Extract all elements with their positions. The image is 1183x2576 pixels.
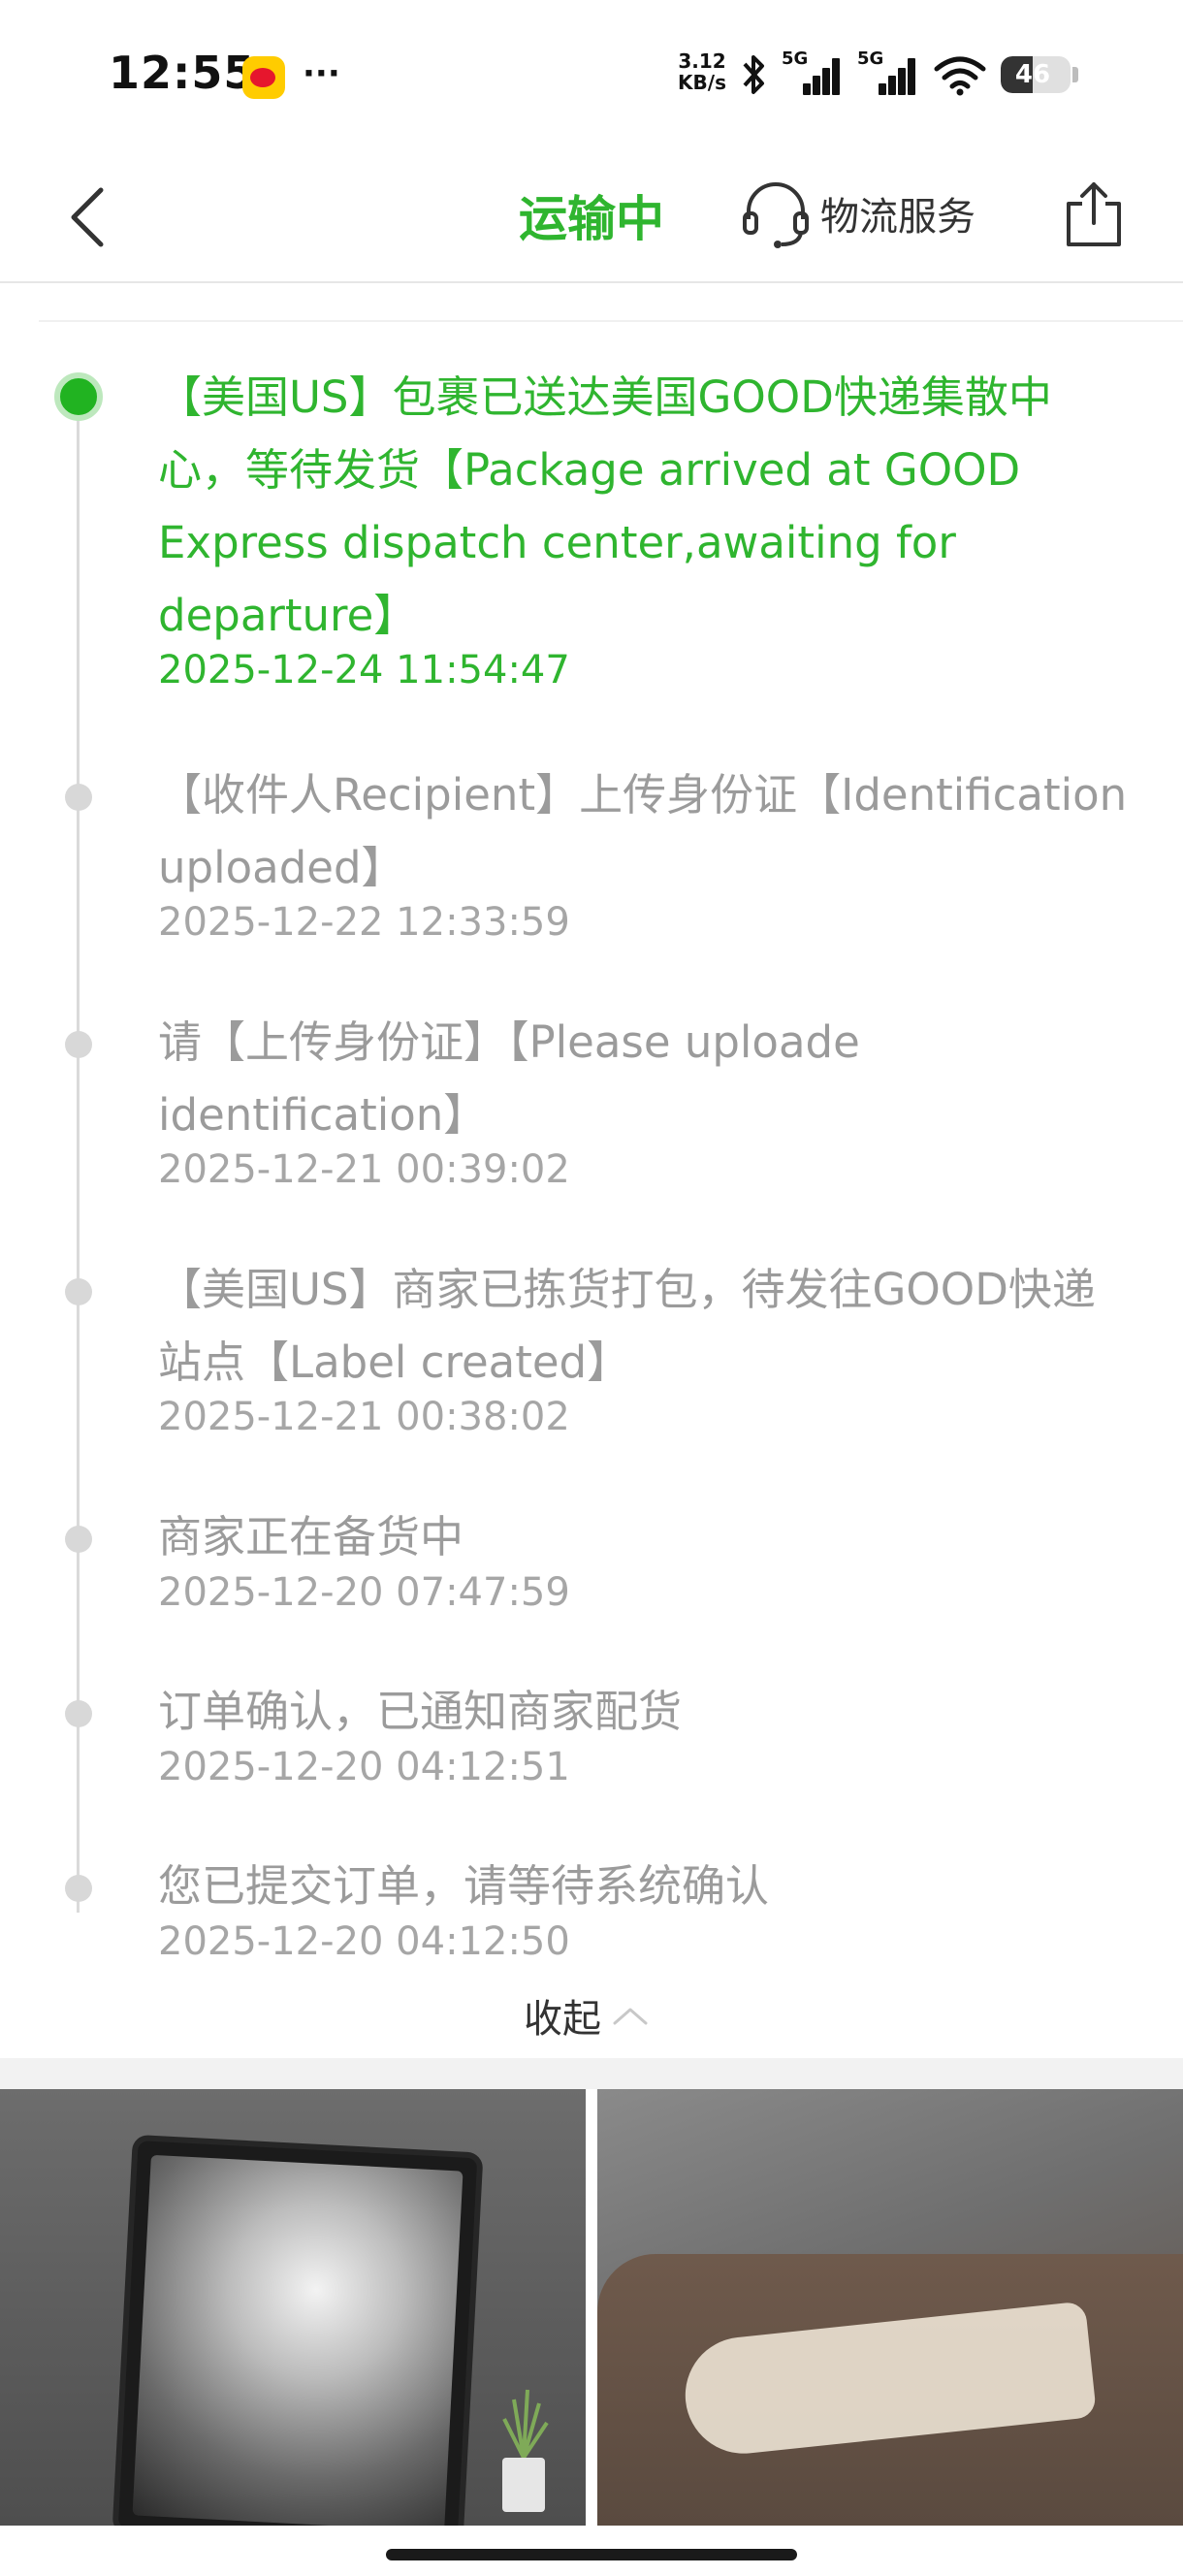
- tracking-timeline: 【美国US】包裹已送达美国GOOD快递集散中心，等待发货【Package arr…: [0, 361, 1183, 1980]
- timeline-entry-text: 【美国US】商家已拣货打包，待发往GOOD快递站点【Label created】: [158, 1264, 1096, 1388]
- plant-image: [502, 2389, 549, 2512]
- status-bar: 12:55 ··· 3.12 KB/s 5G 5G 46: [0, 0, 1183, 145]
- divider: [39, 320, 1183, 322]
- network-speed-value: 3.12: [678, 49, 726, 73]
- collapse-button[interactable]: 收起: [524, 1986, 650, 2045]
- logistics-service-label: 物流服务: [820, 195, 975, 240]
- timeline-entry-text: 【美国US】包裹已送达美国GOOD快递集散中心，等待发货【Package arr…: [158, 371, 1052, 641]
- timeline-dot: [65, 1875, 92, 1902]
- timeline-entry-time: 2025-12-21 00:39:02: [158, 1147, 570, 1192]
- timeline-entry-time: 2025-12-21 00:38:02: [158, 1395, 570, 1439]
- timeline-entry-time: 2025-12-22 12:33:59: [158, 900, 570, 945]
- home-indicator[interactable]: [386, 2549, 797, 2560]
- share-icon[interactable]: [1063, 178, 1125, 248]
- collapse-label: 收起: [524, 1997, 601, 2042]
- timeline-entry-time: 2025-12-20 07:47:59: [158, 1570, 570, 1615]
- product-image-anime-canvas[interactable]: [0, 2089, 586, 2526]
- sim2-network-label: 5G: [857, 48, 884, 69]
- signal-sim1-icon: 5G: [782, 48, 844, 99]
- timeline-dot: [65, 1278, 92, 1305]
- wifi-icon: [934, 56, 986, 96]
- page-title: 运输中: [519, 191, 664, 247]
- timeline-entry-text: 您已提交订单，请等待系统确认: [158, 1860, 770, 1912]
- headset-icon: [743, 182, 809, 248]
- more-notifications-icon: ···: [303, 54, 340, 93]
- timeline-dot: [65, 784, 92, 811]
- timeline-entry-text: 订单确认，已通知商家配货: [158, 1686, 683, 1737]
- timeline-entry-time: 2025-12-20 04:12:51: [158, 1745, 570, 1789]
- timeline-entry-time: 2025-12-20 04:12:50: [158, 1919, 570, 1964]
- canvas-print-image: [117, 2141, 478, 2526]
- back-button[interactable]: [60, 180, 122, 254]
- top-nav-bar: 运输中 物流服务: [0, 145, 1183, 283]
- weibo-notification-icon: [242, 56, 285, 99]
- timeline-dot-current: [54, 372, 103, 421]
- sim1-network-label: 5G: [782, 48, 809, 69]
- network-speed: 3.12 KB/s: [673, 50, 731, 93]
- timeline-dot: [65, 1700, 92, 1727]
- chevron-up-icon: [613, 2008, 648, 2025]
- timeline-dot: [65, 1526, 92, 1553]
- battery-icon: 46: [1001, 56, 1071, 93]
- section-divider: [0, 2058, 1183, 2089]
- product-image-lace-socks[interactable]: [597, 2089, 1183, 2526]
- timeline-entry-text: 【收件人Recipient】上传身份证【Identification uploa…: [158, 769, 1128, 893]
- timeline-entry-time: 2025-12-24 11:54:47: [158, 648, 570, 692]
- signal-sim2-icon: 5G: [857, 48, 919, 99]
- timeline-line: [77, 400, 80, 1913]
- timeline-entry-text: 商家正在备货中: [158, 1511, 464, 1562]
- status-time: 12:55: [109, 47, 256, 99]
- timeline-entry-text: 请【上传身份证】【Please uploade identification】: [158, 1016, 860, 1141]
- bluetooth-icon: [743, 55, 764, 94]
- status-icons: 5G 5G 46: [739, 48, 1078, 101]
- logistics-service-button[interactable]: 物流服务: [739, 173, 975, 254]
- battery-level: 46: [1014, 60, 1051, 89]
- network-speed-unit: KB/s: [678, 71, 726, 94]
- timeline-dot: [65, 1031, 92, 1058]
